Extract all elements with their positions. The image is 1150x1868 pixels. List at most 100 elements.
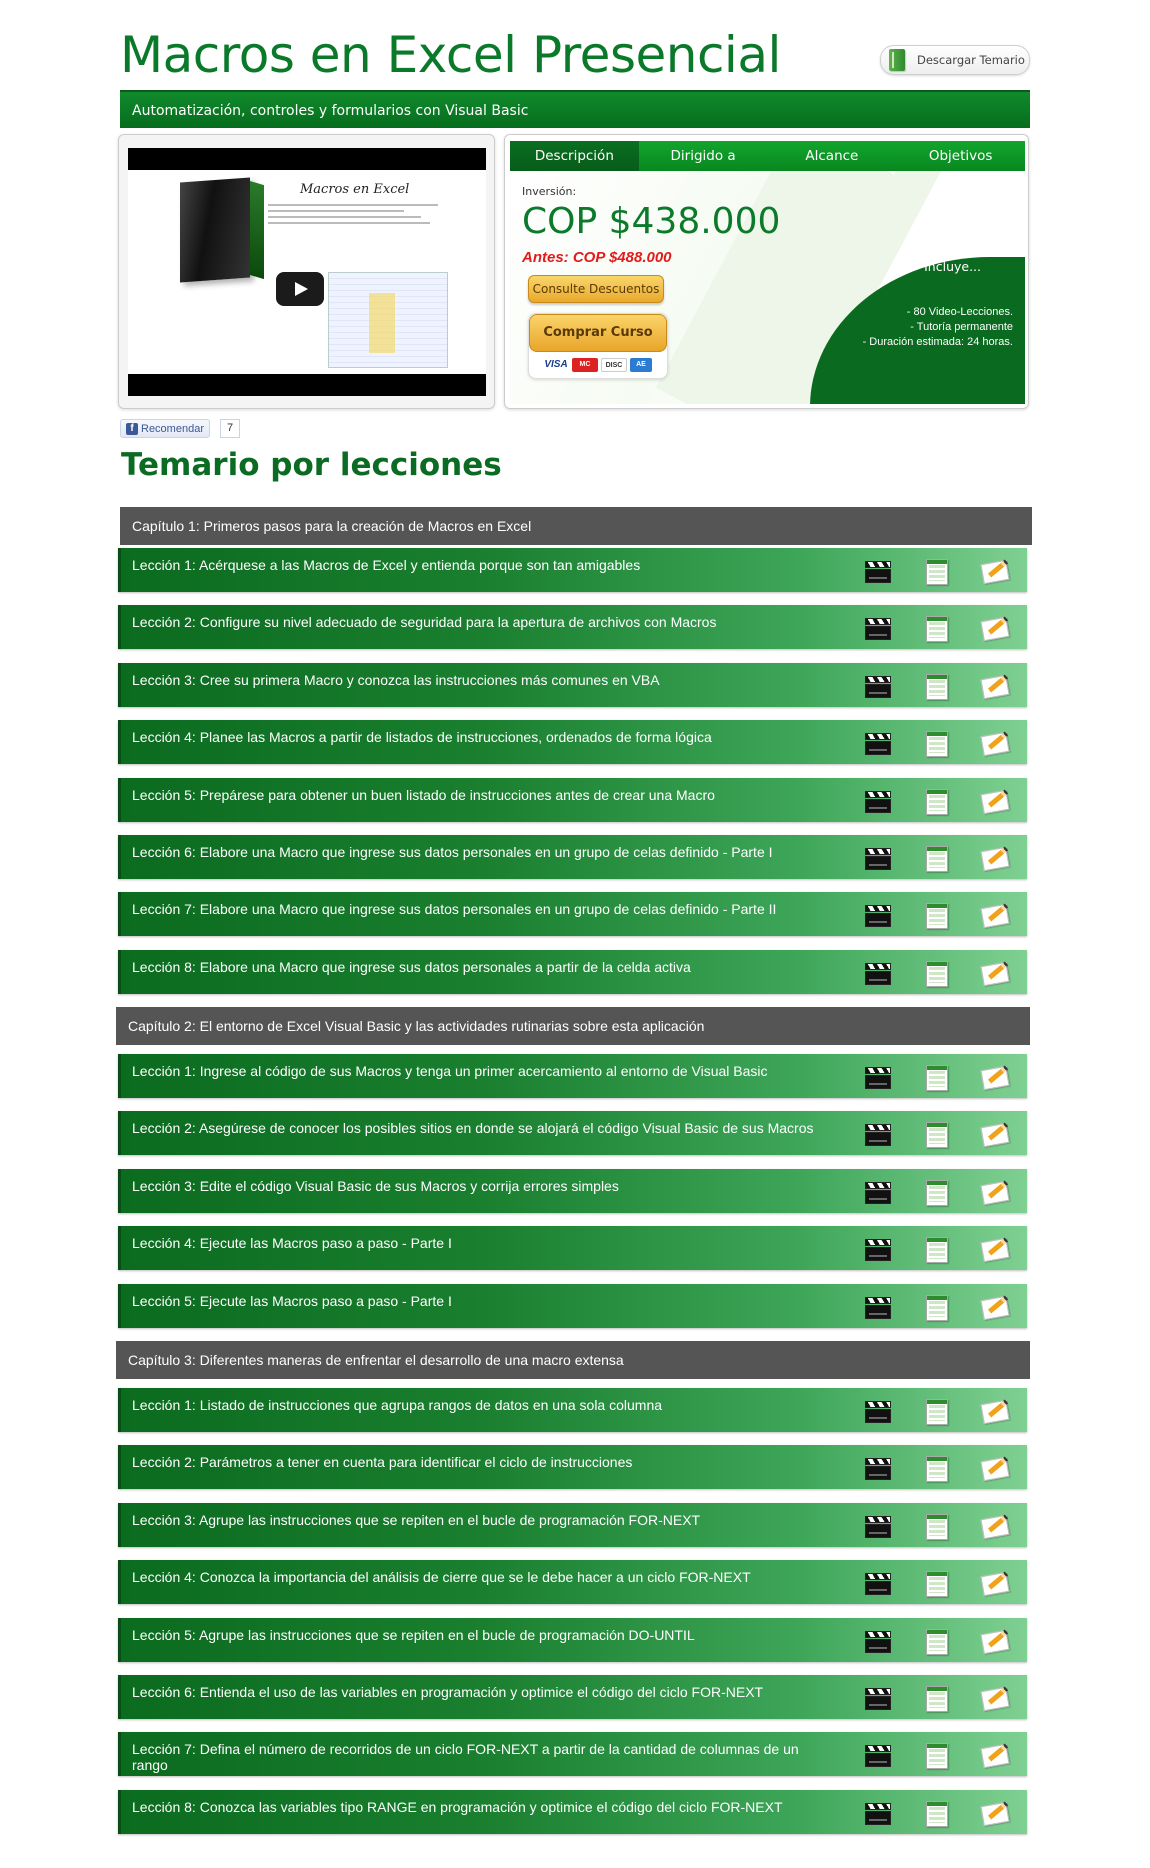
spreadsheet-icon[interactable] (921, 1798, 951, 1828)
exercise-pencil-icon[interactable] (979, 671, 1010, 701)
buy-course-button[interactable]: Comprar Curso (529, 314, 667, 352)
facebook-icon: f (126, 422, 138, 435)
lesson-title: Lección 2: Configure su nivel adecuado d… (132, 614, 717, 630)
exercise-pencil-icon[interactable] (979, 728, 1010, 758)
spreadsheet-icon[interactable] (921, 1626, 951, 1656)
lesson-row[interactable]: Lección 1: Acérquese a las Macros de Exc… (118, 548, 1027, 592)
lesson-row[interactable]: Lección 5: Prepárese para obtener un bue… (118, 778, 1027, 822)
exercise-pencil-icon[interactable] (979, 556, 1010, 586)
spreadsheet-icon[interactable] (921, 1683, 951, 1713)
exercise-pencil-icon[interactable] (979, 1511, 1010, 1541)
exercise-pencil-icon[interactable] (979, 1568, 1010, 1598)
tab-descripcion[interactable]: Descripción (510, 141, 639, 171)
exercise-pencil-icon[interactable] (979, 1740, 1010, 1770)
exercise-pencil-icon[interactable] (979, 900, 1010, 930)
spreadsheet-icon[interactable] (921, 1177, 951, 1207)
exercise-pencil-icon[interactable] (979, 843, 1010, 873)
spreadsheet-icon[interactable] (921, 1396, 951, 1426)
exercise-pencil-icon[interactable] (979, 613, 1010, 643)
video-clapper-icon[interactable] (863, 1234, 893, 1264)
facebook-recommend-button[interactable]: f Recomendar (120, 419, 210, 438)
lesson-title: Lección 6: Elabore una Macro que ingrese… (132, 844, 773, 860)
info-tabs: Descripción Dirigido a Alcance Objetivos (510, 141, 1025, 171)
video-clapper-icon[interactable] (863, 728, 893, 758)
exercise-pencil-icon[interactable] (979, 1234, 1010, 1264)
lesson-row[interactable]: Lección 3: Cree su primera Macro y conoz… (118, 663, 1027, 707)
video-clapper-icon[interactable] (863, 1062, 893, 1092)
lesson-row[interactable]: Lección 5: Ejecute las Macros paso a pas… (118, 1284, 1027, 1328)
video-clapper-icon[interactable] (863, 1626, 893, 1656)
spreadsheet-icon[interactable] (921, 1119, 951, 1149)
spreadsheet-icon[interactable] (921, 1568, 951, 1598)
exercise-pencil-icon[interactable] (979, 1798, 1010, 1828)
exercise-pencil-icon[interactable] (979, 958, 1010, 988)
exercise-pencil-icon[interactable] (979, 1683, 1010, 1713)
spreadsheet-icon[interactable] (921, 843, 951, 873)
lesson-row[interactable]: Lección 1: Listado de instrucciones que … (118, 1388, 1027, 1432)
lesson-row[interactable]: Lección 5: Agrupe las instrucciones que … (118, 1618, 1027, 1662)
video-clapper-icon[interactable] (863, 1119, 893, 1149)
video-clapper-icon[interactable] (863, 556, 893, 586)
exercise-pencil-icon[interactable] (979, 1626, 1010, 1656)
video-clapper-icon[interactable] (863, 1511, 893, 1541)
lesson-row[interactable]: Lección 4: Conozca la importancia del an… (118, 1560, 1027, 1604)
lesson-row[interactable]: Lección 8: Conozca las variables tipo RA… (118, 1790, 1027, 1834)
lesson-row[interactable]: Lección 6: Elabore una Macro que ingrese… (118, 835, 1027, 879)
exercise-pencil-icon[interactable] (979, 786, 1010, 816)
play-icon[interactable] (276, 272, 324, 306)
spreadsheet-icon[interactable] (921, 958, 951, 988)
exercise-pencil-icon[interactable] (979, 1453, 1010, 1483)
video-clapper-icon[interactable] (863, 900, 893, 930)
lesson-row[interactable]: Lección 8: Elabore una Macro que ingrese… (118, 950, 1027, 994)
lesson-row[interactable]: Lección 2: Parámetros a tener en cuenta … (118, 1445, 1027, 1489)
spreadsheet-icon[interactable] (921, 900, 951, 930)
lesson-row[interactable]: Lección 6: Entienda el uso de las variab… (118, 1675, 1027, 1719)
tab-objetivos[interactable]: Objetivos (896, 141, 1025, 171)
spreadsheet-icon[interactable] (921, 1453, 951, 1483)
lesson-row[interactable]: Lección 4: Planee las Macros a partir de… (118, 720, 1027, 764)
download-syllabus-button[interactable]: Descargar Temario (880, 45, 1030, 75)
exercise-pencil-icon[interactable] (979, 1292, 1010, 1322)
lesson-row[interactable]: Lección 1: Ingrese al código de sus Macr… (118, 1054, 1027, 1098)
lesson-row[interactable]: Lección 2: Asegúrese de conocer los posi… (118, 1111, 1027, 1155)
spreadsheet-icon[interactable] (921, 1740, 951, 1770)
lesson-row[interactable]: Lección 7: Defina el número de recorrido… (118, 1732, 1027, 1776)
video-panel: Macros en Excel (118, 134, 495, 409)
spreadsheet-icon[interactable] (921, 1234, 951, 1264)
lesson-row[interactable]: Lección 7: Elabore una Macro que ingrese… (118, 892, 1027, 936)
spreadsheet-icon[interactable] (921, 1292, 951, 1322)
video-clapper-icon[interactable] (863, 613, 893, 643)
video-clapper-icon[interactable] (863, 786, 893, 816)
exercise-pencil-icon[interactable] (979, 1177, 1010, 1207)
video-clapper-icon[interactable] (863, 843, 893, 873)
spreadsheet-icon[interactable] (921, 728, 951, 758)
video-clapper-icon[interactable] (863, 1568, 893, 1598)
video-clapper-icon[interactable] (863, 1453, 893, 1483)
exercise-pencil-icon[interactable] (979, 1119, 1010, 1149)
video-clapper-icon[interactable] (863, 1798, 893, 1828)
video-clapper-icon[interactable] (863, 1177, 893, 1207)
video-player[interactable]: Macros en Excel (128, 148, 486, 396)
video-clapper-icon[interactable] (863, 958, 893, 988)
tab-dirigido-a[interactable]: Dirigido a (639, 141, 768, 171)
spreadsheet-icon[interactable] (921, 1062, 951, 1092)
lesson-row[interactable]: Lección 4: Ejecute las Macros paso a pas… (118, 1226, 1027, 1270)
video-clapper-icon[interactable] (863, 1740, 893, 1770)
tab-alcance[interactable]: Alcance (768, 141, 897, 171)
lesson-row[interactable]: Lección 3: Edite el código Visual Basic … (118, 1169, 1027, 1213)
discounts-button[interactable]: Consulte Descuentos (528, 275, 664, 303)
spreadsheet-icon[interactable] (921, 1511, 951, 1541)
lesson-row[interactable]: Lección 2: Configure su nivel adecuado d… (118, 605, 1027, 649)
spreadsheet-icon[interactable] (921, 786, 951, 816)
spreadsheet-icon[interactable] (921, 556, 951, 586)
lesson-row[interactable]: Lección 3: Agrupe las instrucciones que … (118, 1503, 1027, 1547)
exercise-pencil-icon[interactable] (979, 1062, 1010, 1092)
exercise-pencil-icon[interactable] (979, 1396, 1010, 1426)
video-clapper-icon[interactable] (863, 1292, 893, 1322)
spreadsheet-icon[interactable] (921, 671, 951, 701)
video-clapper-icon[interactable] (863, 671, 893, 701)
page: Macros en Excel Presencial Descargar Tem… (0, 0, 1150, 1868)
video-clapper-icon[interactable] (863, 1396, 893, 1426)
video-clapper-icon[interactable] (863, 1683, 893, 1713)
spreadsheet-icon[interactable] (921, 613, 951, 643)
